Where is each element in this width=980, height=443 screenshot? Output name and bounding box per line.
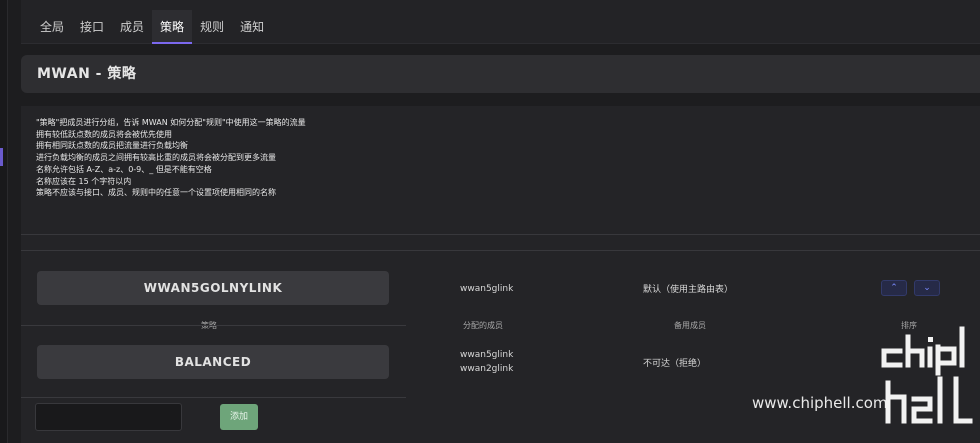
left-sidebar-rail — [0, 0, 8, 443]
assigned-members: wwan5glink wwan2glink — [460, 348, 513, 376]
move-up-button[interactable]: ⌃ — [881, 280, 907, 296]
description-line: 名称应该在 15 个字符以内 — [36, 176, 132, 186]
chiphell-logo-icon — [881, 326, 973, 424]
tab-list: 全局 接口 成员 策略 规则 通知 — [32, 10, 272, 44]
description-line: 名称允许包括 A-Z、a-z、0-9、_ 但是不能有空格 — [36, 164, 212, 174]
description-line: 拥有较低跃点数的成员将会被优先使用 — [36, 129, 172, 139]
new-policy-name-input[interactable] — [35, 403, 182, 431]
watermark-text: www.chiphell.com — [752, 394, 888, 412]
tab-global[interactable]: 全局 — [32, 10, 72, 44]
description-line: 策略不应该与接口、成员、规则中的任意一个设置项使用相同的名称 — [36, 188, 276, 198]
policy-name-button[interactable]: BALANCED — [37, 345, 389, 379]
table-row: BALANCED wwan5glink wwan2glink 不可达（拒绝） — [21, 326, 980, 398]
tab-interfaces[interactable]: 接口 — [72, 10, 112, 44]
policy-name-button[interactable]: WWAN5GOLNYLINK — [37, 271, 389, 305]
description: "策略"把成员进行分组，告诉 MWAN 如何分配"规则"中使用这一策略的流量 拥… — [36, 117, 306, 199]
chevron-down-icon: ⌄ — [923, 283, 931, 293]
backup-member: 默认（使用主路由表） — [643, 285, 734, 295]
page-title: MWAN - 策略 — [37, 66, 137, 82]
chevron-up-icon: ⌃ — [890, 283, 898, 293]
member-name: wwan5glink — [460, 350, 514, 360]
app-frame: 全局 接口 成员 策略 规则 通知 MWAN - 策略 "策略"把成员进行分组，… — [0, 0, 980, 443]
description-line: 拥有相同跃点数的成员把流量进行负载均衡 — [36, 141, 188, 151]
sidebar-active-indicator — [0, 148, 3, 166]
add-button[interactable]: 添加 — [220, 404, 258, 430]
member-name: wwan5glink — [460, 284, 514, 294]
tab-notifications[interactable]: 通知 — [232, 10, 272, 44]
table-row: WWAN5GOLNYLINK wwan5glink 默认（使用主路由表） ⌃ ⌄ — [21, 251, 980, 326]
header-divider — [21, 234, 980, 235]
move-down-button[interactable]: ⌄ — [914, 280, 940, 296]
tab-rules[interactable]: 规则 — [192, 10, 232, 44]
policy-section: "策略"把成员进行分组，告诉 MWAN 如何分配"规则"中使用这一策略的流量 拥… — [21, 106, 980, 443]
tab-policies[interactable]: 策略 — [152, 10, 193, 44]
assigned-members: wwan5glink — [460, 282, 513, 296]
page-title-card: MWAN - 策略 — [21, 55, 980, 93]
tab-bar: 全局 接口 成员 策略 规则 通知 — [21, 0, 980, 44]
backup-member: 不可达（拒绝） — [643, 359, 707, 369]
description-line: "策略"把成员进行分组，告诉 MWAN 如何分配"规则"中使用这一策略的流量 — [36, 118, 306, 127]
row-divider — [21, 397, 406, 398]
tab-members[interactable]: 成员 — [112, 10, 152, 44]
member-name: wwan2glink — [460, 364, 514, 374]
description-line: 进行负载均衡的成员之间拥有较高比重的成员将会被分配到更多流量 — [36, 153, 276, 163]
